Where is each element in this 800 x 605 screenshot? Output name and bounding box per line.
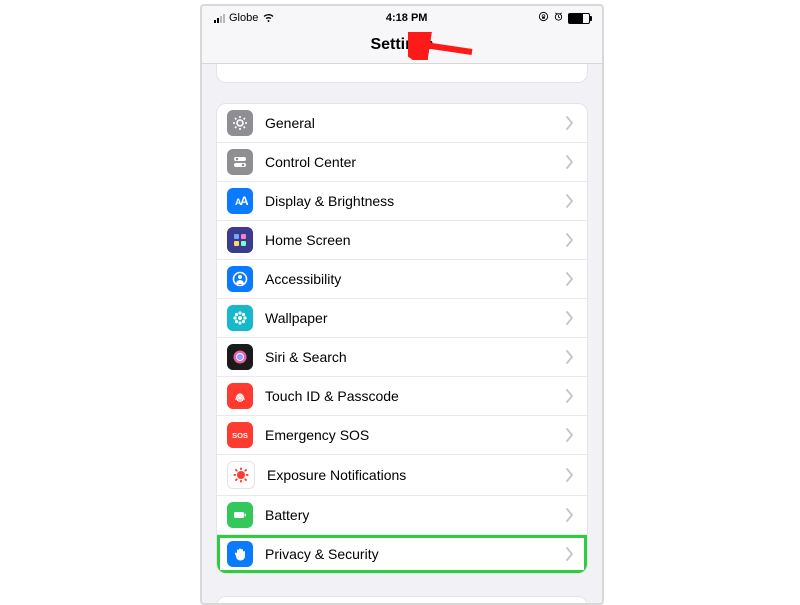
settings-row-siri[interactable]: Siri & Search <box>217 337 587 376</box>
settings-group: App StoreWallet <box>216 596 588 605</box>
chevron-right-icon <box>565 155 575 169</box>
row-label: Touch ID & Passcode <box>265 388 553 404</box>
fingerprint-icon <box>227 383 253 409</box>
row-label: Exposure Notifications <box>267 467 553 483</box>
cell-signal-icon <box>214 14 225 23</box>
chevron-right-icon <box>565 389 575 403</box>
text-size-icon <box>227 188 253 214</box>
chevron-right-icon <box>565 468 575 482</box>
sliders-icon <box>227 149 253 175</box>
row-label: Display & Brightness <box>265 193 553 209</box>
settings-group: General Control Center Display & Brightnes… <box>216 103 588 574</box>
row-label: General <box>265 115 553 131</box>
sos-icon <box>227 422 253 448</box>
orientation-lock-icon <box>538 11 549 25</box>
settings-scroll[interactable]: General Control Center Display & Brightnes… <box>202 64 602 605</box>
row-label: Wallpaper <box>265 310 553 326</box>
phone-frame: Globe 4:18 PM Settings GeneralContro <box>200 4 604 605</box>
row-label: Battery <box>265 507 553 523</box>
row-label: Control Center <box>265 154 553 170</box>
annotation-arrow <box>408 32 478 60</box>
chevron-right-icon <box>565 194 575 208</box>
virus-icon <box>227 461 255 489</box>
settings-row-home-screen[interactable]: Home Screen <box>217 220 587 259</box>
hand-icon <box>227 541 253 567</box>
settings-row-touchid[interactable]: Touch ID & Passcode <box>217 376 587 415</box>
chevron-right-icon <box>565 547 575 561</box>
nav-bar: Settings <box>202 27 602 64</box>
chevron-right-icon <box>565 233 575 247</box>
wifi-icon <box>262 10 275 26</box>
person-icon <box>227 266 253 292</box>
siri-icon <box>227 344 253 370</box>
row-label: Accessibility <box>265 271 553 287</box>
settings-row-exposure[interactable]: Exposure Notifications <box>217 454 587 495</box>
row-label: Privacy & Security <box>265 546 553 562</box>
row-label: Home Screen <box>265 232 553 248</box>
settings-row-battery[interactable]: Battery <box>217 495 587 534</box>
settings-row-appstore[interactable]: App Store <box>217 597 587 605</box>
carrier-label: Globe <box>229 12 258 24</box>
gear-icon <box>227 110 253 136</box>
battery-icon <box>227 502 253 528</box>
chevron-right-icon <box>565 350 575 364</box>
status-bar: Globe 4:18 PM <box>202 6 602 27</box>
chevron-right-icon <box>565 311 575 325</box>
flower-icon <box>227 305 253 331</box>
apps-icon <box>227 227 253 253</box>
chevron-right-icon <box>565 428 575 442</box>
previous-group-tail <box>216 64 588 83</box>
settings-row-display[interactable]: Display & Brightness <box>217 181 587 220</box>
settings-row-sos[interactable]: Emergency SOS <box>217 415 587 454</box>
settings-row-wallpaper[interactable]: Wallpaper <box>217 298 587 337</box>
settings-row-privacy[interactable]: Privacy & Security <box>217 534 587 573</box>
settings-row-control-center[interactable]: Control Center <box>217 142 587 181</box>
battery-icon <box>568 13 590 24</box>
status-time: 4:18 PM <box>386 12 428 24</box>
alarm-icon <box>553 11 564 25</box>
settings-row-general[interactable]: General <box>217 104 587 142</box>
settings-row-accessibility[interactable]: Accessibility <box>217 259 587 298</box>
chevron-right-icon <box>565 116 575 130</box>
row-label: Siri & Search <box>265 349 553 365</box>
chevron-right-icon <box>565 508 575 522</box>
row-label: Emergency SOS <box>265 427 553 443</box>
chevron-right-icon <box>565 272 575 286</box>
